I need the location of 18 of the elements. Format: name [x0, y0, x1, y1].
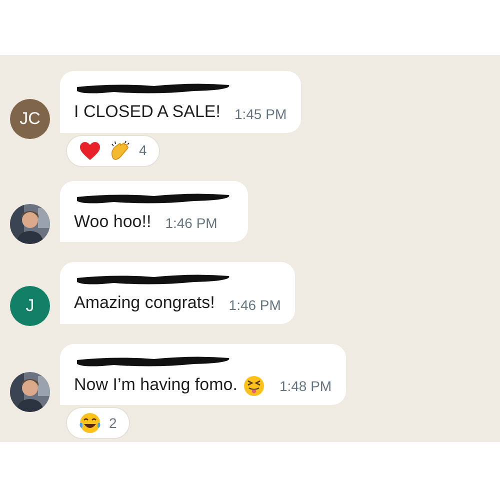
- message-text: Amazing congrats!: [74, 292, 215, 314]
- message-time: 1:46 PM: [228, 296, 281, 314]
- message-time: 1:48 PM: [279, 377, 332, 396]
- clapping-hands-icon: [109, 140, 131, 162]
- reaction-pill[interactable]: 2: [66, 407, 130, 439]
- avatar[interactable]: JC: [10, 99, 50, 139]
- reaction-count: 2: [109, 414, 117, 432]
- heart-icon: [79, 140, 101, 160]
- tongue-face-icon: [243, 375, 266, 397]
- message-text: Now I’m having fomo.: [74, 374, 238, 396]
- message-text: I CLOSED A SALE!: [74, 101, 220, 123]
- laughing-face-icon: [79, 412, 101, 434]
- reaction-count: 4: [139, 141, 147, 160]
- message-time: 1:45 PM: [234, 104, 287, 124]
- message-time: 1:46 PM: [165, 214, 218, 233]
- reaction-pill[interactable]: 4: [66, 134, 160, 166]
- avatar[interactable]: J: [10, 286, 50, 326]
- message-text: Woo hoo!!: [74, 210, 152, 232]
